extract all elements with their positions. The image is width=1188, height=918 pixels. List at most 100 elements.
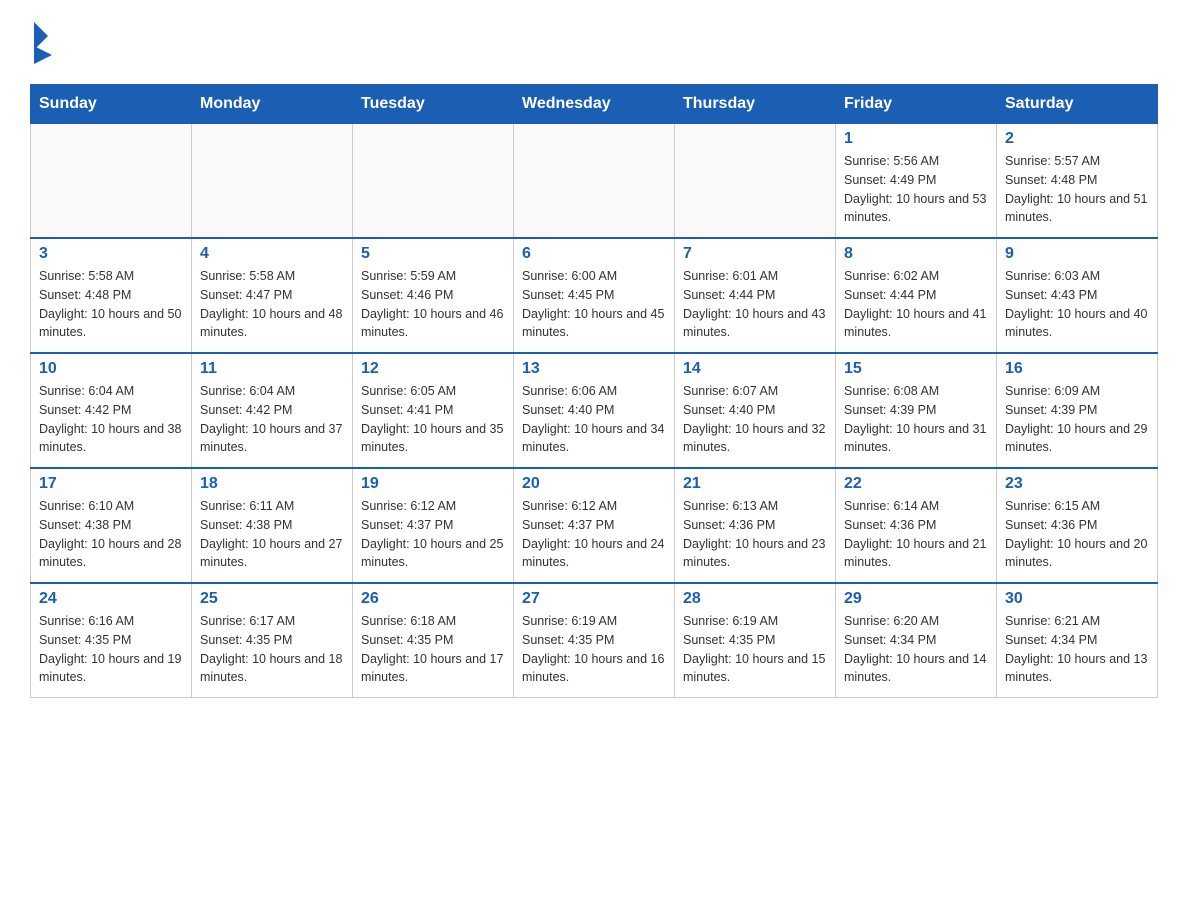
calendar-cell: 2 Sunrise: 5:57 AMSunset: 4:48 PMDaylight… <box>997 124 1158 239</box>
day-info: Sunrise: 5:57 AMSunset: 4:48 PMDaylight:… <box>1005 152 1149 227</box>
calendar-cell: 17 Sunrise: 6:10 AMSunset: 4:38 PMDayligh… <box>31 468 192 583</box>
day-number: 2 <box>1005 130 1149 148</box>
day-number: 7 <box>683 245 827 263</box>
day-info: Sunrise: 6:18 AMSunset: 4:35 PMDaylight:… <box>361 612 505 687</box>
calendar-cell: 27 Sunrise: 6:19 AMSunset: 4:35 PMDayligh… <box>514 583 675 698</box>
day-info: Sunrise: 5:58 AMSunset: 4:47 PMDaylight:… <box>200 267 344 342</box>
calendar-table: SundayMondayTuesdayWednesdayThursdayFrid… <box>30 84 1158 698</box>
calendar-week-4: 17 Sunrise: 6:10 AMSunset: 4:38 PMDayligh… <box>31 468 1158 583</box>
calendar-week-3: 10 Sunrise: 6:04 AMSunset: 4:42 PMDayligh… <box>31 353 1158 468</box>
weekday-header-tuesday: Tuesday <box>353 85 514 124</box>
calendar-cell: 22 Sunrise: 6:14 AMSunset: 4:36 PMDayligh… <box>836 468 997 583</box>
calendar-week-2: 3 Sunrise: 5:58 AMSunset: 4:48 PMDaylight… <box>31 238 1158 353</box>
day-info: Sunrise: 6:09 AMSunset: 4:39 PMDaylight:… <box>1005 382 1149 457</box>
day-number: 16 <box>1005 360 1149 378</box>
day-info: Sunrise: 6:20 AMSunset: 4:34 PMDaylight:… <box>844 612 988 687</box>
day-number: 8 <box>844 245 988 263</box>
calendar-cell: 9 Sunrise: 6:03 AMSunset: 4:43 PMDaylight… <box>997 238 1158 353</box>
calendar-cell: 11Sunrise: 6:04 AMSunset: 4:42 PMDayligh… <box>192 353 353 468</box>
weekday-header-row: SundayMondayTuesdayWednesdayThursdayFrid… <box>31 85 1158 124</box>
calendar-cell: 24 Sunrise: 6:16 AMSunset: 4:35 PMDayligh… <box>31 583 192 698</box>
calendar-cell: 1 Sunrise: 5:56 AMSunset: 4:49 PMDaylight… <box>836 124 997 239</box>
day-number: 21 <box>683 475 827 493</box>
day-number: 26 <box>361 590 505 608</box>
day-number: 5 <box>361 245 505 263</box>
day-info: Sunrise: 6:01 AMSunset: 4:44 PMDaylight:… <box>683 267 827 342</box>
calendar-cell: 26 Sunrise: 6:18 AMSunset: 4:35 PMDayligh… <box>353 583 514 698</box>
day-number: 10 <box>39 360 183 378</box>
calendar-cell <box>353 124 514 239</box>
day-number: 23 <box>1005 475 1149 493</box>
day-number: 11 <box>200 360 344 378</box>
day-number: 15 <box>844 360 988 378</box>
day-info: Sunrise: 6:06 AMSunset: 4:40 PMDaylight:… <box>522 382 666 457</box>
calendar-cell <box>31 124 192 239</box>
day-number: 1 <box>844 130 988 148</box>
calendar-cell: 29 Sunrise: 6:20 AMSunset: 4:34 PMDayligh… <box>836 583 997 698</box>
day-number: 30 <box>1005 590 1149 608</box>
logo <box>30 20 60 64</box>
day-info: Sunrise: 6:19 AMSunset: 4:35 PMDaylight:… <box>522 612 666 687</box>
day-number: 13 <box>522 360 666 378</box>
day-info: Sunrise: 6:12 AMSunset: 4:37 PMDaylight:… <box>361 497 505 572</box>
calendar-cell: 16 Sunrise: 6:09 AMSunset: 4:39 PMDayligh… <box>997 353 1158 468</box>
day-number: 29 <box>844 590 988 608</box>
day-info: Sunrise: 6:11 AMSunset: 4:38 PMDaylight:… <box>200 497 344 572</box>
day-info: Sunrise: 6:17 AMSunset: 4:35 PMDaylight:… <box>200 612 344 687</box>
day-info: Sunrise: 6:16 AMSunset: 4:35 PMDaylight:… <box>39 612 183 687</box>
calendar-cell: 5 Sunrise: 5:59 AMSunset: 4:46 PMDaylight… <box>353 238 514 353</box>
day-info: Sunrise: 6:04 AMSunset: 4:42 PMDaylight:… <box>39 382 183 457</box>
calendar-cell: 14 Sunrise: 6:07 AMSunset: 4:40 PMDayligh… <box>675 353 836 468</box>
calendar-cell: 13 Sunrise: 6:06 AMSunset: 4:40 PMDayligh… <box>514 353 675 468</box>
day-number: 24 <box>39 590 183 608</box>
day-info: Sunrise: 6:19 AMSunset: 4:35 PMDaylight:… <box>683 612 827 687</box>
day-info: Sunrise: 6:00 AMSunset: 4:45 PMDaylight:… <box>522 267 666 342</box>
calendar-cell: 20Sunrise: 6:12 AMSunset: 4:37 PMDayligh… <box>514 468 675 583</box>
day-info: Sunrise: 6:14 AMSunset: 4:36 PMDaylight:… <box>844 497 988 572</box>
calendar-cell: 8 Sunrise: 6:02 AMSunset: 4:44 PMDaylight… <box>836 238 997 353</box>
day-number: 28 <box>683 590 827 608</box>
day-info: Sunrise: 6:08 AMSunset: 4:39 PMDaylight:… <box>844 382 988 457</box>
day-number: 25 <box>200 590 344 608</box>
day-info: Sunrise: 5:59 AMSunset: 4:46 PMDaylight:… <box>361 267 505 342</box>
calendar-cell: 4 Sunrise: 5:58 AMSunset: 4:47 PMDaylight… <box>192 238 353 353</box>
day-number: 4 <box>200 245 344 263</box>
day-number: 22 <box>844 475 988 493</box>
calendar-cell: 18 Sunrise: 6:11 AMSunset: 4:38 PMDayligh… <box>192 468 353 583</box>
day-info: Sunrise: 5:56 AMSunset: 4:49 PMDaylight:… <box>844 152 988 227</box>
day-number: 27 <box>522 590 666 608</box>
day-info: Sunrise: 6:13 AMSunset: 4:36 PMDaylight:… <box>683 497 827 572</box>
day-number: 14 <box>683 360 827 378</box>
page-header <box>30 20 1158 64</box>
day-info: Sunrise: 6:10 AMSunset: 4:38 PMDaylight:… <box>39 497 183 572</box>
weekday-header-wednesday: Wednesday <box>514 85 675 124</box>
calendar-cell: 15 Sunrise: 6:08 AMSunset: 4:39 PMDayligh… <box>836 353 997 468</box>
day-info: Sunrise: 6:03 AMSunset: 4:43 PMDaylight:… <box>1005 267 1149 342</box>
calendar-cell: 19Sunrise: 6:12 AMSunset: 4:37 PMDayligh… <box>353 468 514 583</box>
day-info: Sunrise: 6:07 AMSunset: 4:40 PMDaylight:… <box>683 382 827 457</box>
calendar-week-1: 1 Sunrise: 5:56 AMSunset: 4:49 PMDaylight… <box>31 124 1158 239</box>
weekday-header-thursday: Thursday <box>675 85 836 124</box>
weekday-header-sunday: Sunday <box>31 85 192 124</box>
calendar-cell: 23 Sunrise: 6:15 AMSunset: 4:36 PMDayligh… <box>997 468 1158 583</box>
calendar-cell <box>192 124 353 239</box>
calendar-cell: 25 Sunrise: 6:17 AMSunset: 4:35 PMDayligh… <box>192 583 353 698</box>
day-info: Sunrise: 5:58 AMSunset: 4:48 PMDaylight:… <box>39 267 183 342</box>
day-number: 17 <box>39 475 183 493</box>
day-info: Sunrise: 6:02 AMSunset: 4:44 PMDaylight:… <box>844 267 988 342</box>
day-number: 12 <box>361 360 505 378</box>
day-info: Sunrise: 6:12 AMSunset: 4:37 PMDaylight:… <box>522 497 666 572</box>
day-number: 6 <box>522 245 666 263</box>
calendar-cell: 28 Sunrise: 6:19 AMSunset: 4:35 PMDayligh… <box>675 583 836 698</box>
day-number: 3 <box>39 245 183 263</box>
day-number: 9 <box>1005 245 1149 263</box>
day-info: Sunrise: 6:15 AMSunset: 4:36 PMDaylight:… <box>1005 497 1149 572</box>
calendar-cell: 3 Sunrise: 5:58 AMSunset: 4:48 PMDaylight… <box>31 238 192 353</box>
calendar-week-5: 24 Sunrise: 6:16 AMSunset: 4:35 PMDayligh… <box>31 583 1158 698</box>
calendar-cell: 7 Sunrise: 6:01 AMSunset: 4:44 PMDaylight… <box>675 238 836 353</box>
calendar-cell <box>675 124 836 239</box>
day-number: 18 <box>200 475 344 493</box>
weekday-header-saturday: Saturday <box>997 85 1158 124</box>
calendar-cell <box>514 124 675 239</box>
calendar-cell: 30Sunrise: 6:21 AMSunset: 4:34 PMDayligh… <box>997 583 1158 698</box>
